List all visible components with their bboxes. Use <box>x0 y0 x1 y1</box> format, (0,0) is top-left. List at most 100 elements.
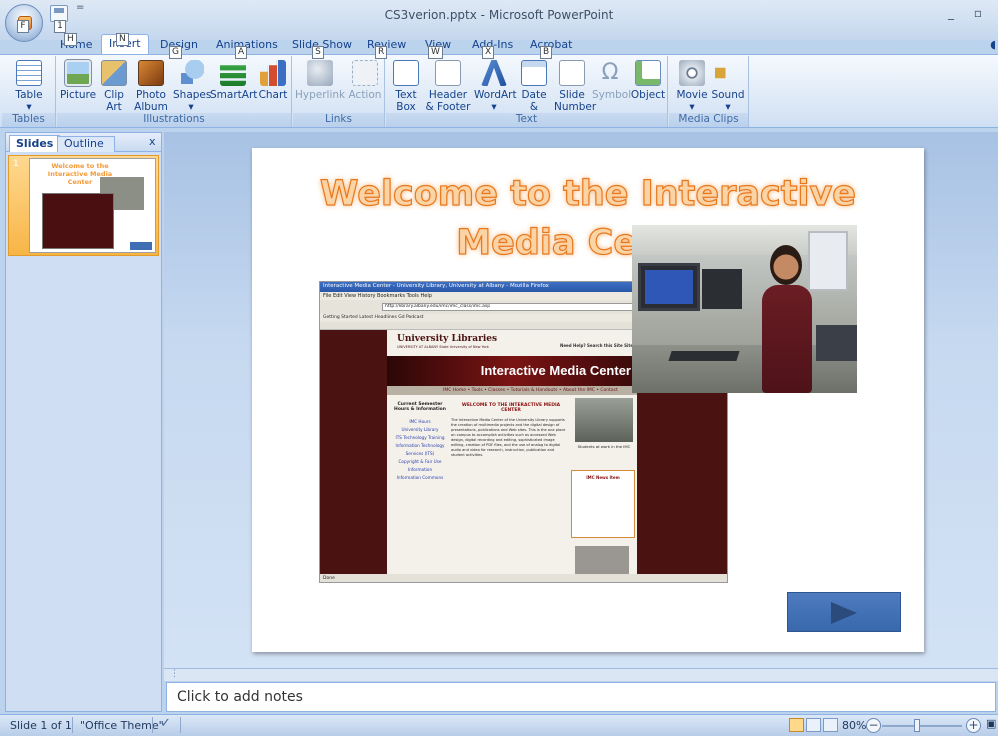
status-bar: Slide 1 of 1 "Office Theme" ✓ 80% − + ▣ <box>0 714 998 736</box>
clip-art-button[interactable]: Clip Art <box>99 60 129 113</box>
smartart-icon <box>220 65 246 86</box>
window-title: CS3verion.pptx - Microsoft PowerPoint <box>384 8 614 22</box>
photo-album-label: Photo Album <box>134 89 168 113</box>
slide-thumbnail-1[interactable]: 1 Welcome to the Interactive Media Cente… <box>8 155 159 256</box>
keytip-view: W <box>428 46 443 59</box>
group-illustrations: Picture Clip Art Photo Album Shapes ▾ Sma… <box>57 56 292 127</box>
action-icon <box>352 60 378 86</box>
group-links: Hyperlink Action Links <box>293 56 385 127</box>
photo-person-head <box>770 245 802 285</box>
text-box-button[interactable]: Text Box <box>392 60 420 113</box>
object-label: Object <box>630 89 666 101</box>
group-label-tables: Tables <box>2 113 55 127</box>
tab-outline[interactable]: Outline <box>57 136 115 152</box>
picture-button[interactable]: Picture <box>59 60 97 101</box>
window-controls[interactable]: _ ▫ <box>948 6 990 20</box>
notes-pane[interactable]: Click to add notes <box>166 682 996 712</box>
webpage-sidebar-link: University Library <box>401 427 439 432</box>
header-footer-button[interactable]: Header & Footer <box>424 60 472 113</box>
wordart-button[interactable]: WordArt ▾ <box>474 60 517 113</box>
zoom-out-icon[interactable]: − <box>866 718 881 733</box>
close-pane-icon[interactable]: x <box>149 135 156 148</box>
symbol-label: Symbol <box>592 89 632 101</box>
slide-number-label: Slide Number <box>554 89 597 113</box>
spell-check-icon[interactable]: ✓ <box>160 716 171 731</box>
group-label-links: Links <box>293 113 384 127</box>
movie-reel-icon <box>679 60 705 86</box>
keytip-office: F <box>17 20 29 33</box>
photo-album-icon <box>138 60 164 86</box>
symbol-button[interactable]: Ω Symbol <box>592 60 632 101</box>
webpage-news-box: IMC News Item <box>571 470 635 538</box>
movie-label: Movie <box>676 89 708 101</box>
omega-icon: Ω <box>601 60 619 85</box>
tab-slides[interactable]: Slides <box>9 135 61 152</box>
table-label: Table <box>15 89 43 101</box>
webpage-sidebar-link: Information Technology Services (ITS) <box>395 443 445 456</box>
thumbnail-next-button <box>130 242 152 250</box>
chart-icon <box>260 60 286 86</box>
smartart-button[interactable]: SmartArt <box>210 60 257 101</box>
group-label-text: Text <box>386 113 667 127</box>
object-button[interactable]: Object <box>630 60 666 101</box>
chart-button[interactable]: Chart <box>257 60 289 101</box>
action-button[interactable]: Action <box>347 60 383 101</box>
group-tables: Table ▾ Tables <box>2 56 56 127</box>
sound-button[interactable]: Sound ▾ <box>711 60 745 113</box>
thumbnail-preview: Welcome to the Interactive Media Center <box>29 158 156 253</box>
shapes-button[interactable]: Shapes ▾ <box>173 60 212 113</box>
zoom-level[interactable]: 80% <box>842 719 866 732</box>
photo-album-button[interactable]: Photo Album <box>131 60 171 113</box>
webpage-sidebar-link: Information Commons <box>396 475 444 480</box>
photo-person-body <box>762 285 812 393</box>
group-label-illustrations: Illustrations <box>57 113 291 127</box>
thumbnail-screenshot <box>42 193 114 249</box>
webpage-photo-caption: Students at work in the IMC <box>577 444 631 449</box>
webpage-welcome-heading: WELCOME TO THE INTERACTIVE MEDIA CENTER <box>461 403 561 413</box>
status-separator <box>72 717 73 733</box>
photo-monitor-left <box>638 263 700 311</box>
shapes-label: Shapes <box>173 89 212 101</box>
imc-staff-photo[interactable] <box>632 225 857 393</box>
slide-sorter-view-icon[interactable] <box>806 718 821 732</box>
notes-splitter[interactable]: ⋮ <box>164 668 998 681</box>
wordart-icon <box>481 60 507 86</box>
zoom-slider-track[interactable] <box>882 725 962 727</box>
normal-view-icon[interactable] <box>789 718 804 732</box>
group-text: Text Box Header & Footer WordArt ▾ Date &… <box>386 56 668 127</box>
slide-title-line-1: Welcome to the Interactive <box>319 173 857 214</box>
keytip-design: G <box>169 46 182 59</box>
keytip-slide-show: S <box>312 46 324 59</box>
movie-button[interactable]: Movie ▾ <box>675 60 709 113</box>
shapes-icon <box>178 60 204 86</box>
picture-label: Picture <box>59 89 97 101</box>
text-box-label: Text Box <box>395 89 417 113</box>
speaker-icon <box>715 60 736 86</box>
hyperlink-label: Hyperlink <box>295 89 346 101</box>
keytip-home: H <box>64 33 77 46</box>
header-footer-icon <box>435 60 461 86</box>
next-slide-action-button[interactable] <box>787 592 901 632</box>
slide-canvas[interactable]: Welcome to the Interactive Media Center … <box>252 148 924 652</box>
table-button[interactable]: Table ▾ <box>8 60 50 113</box>
zoom-in-icon[interactable]: + <box>966 718 981 733</box>
fit-to-window-icon[interactable]: ▣ <box>986 717 996 730</box>
webpage-nav: IMC Home • Tools • Classes • Tutorials &… <box>387 386 637 395</box>
hyperlink-icon <box>307 60 333 86</box>
webpage-univ-subtitle: UNIVERSITY AT ALBANY State University of… <box>397 345 489 349</box>
thumbnail-number: 1 <box>13 159 19 169</box>
slide-number-button[interactable]: Slide Number <box>554 60 597 113</box>
table-icon <box>16 60 42 86</box>
webpage-sidebar-link: IMC Hours <box>409 419 431 424</box>
hyperlink-button[interactable]: Hyperlink <box>295 60 345 101</box>
help-icon[interactable]: ◖ <box>990 38 996 51</box>
slide-number-icon <box>559 60 585 86</box>
slide-counter: Slide 1 of 1 <box>10 719 72 732</box>
zoom-slider-thumb[interactable] <box>914 719 920 732</box>
ribbon: Table ▾ Tables Picture Clip Art Photo Alb… <box>0 54 998 128</box>
status-separator <box>152 717 153 733</box>
slide-show-view-icon[interactable] <box>823 718 838 732</box>
webpage-banner: Interactive Media Center <box>387 356 637 386</box>
webpage-sidebar-links: IMC Hours University Library ITS Technol… <box>393 418 447 482</box>
group-label-media-clips: Media Clips <box>669 113 748 127</box>
